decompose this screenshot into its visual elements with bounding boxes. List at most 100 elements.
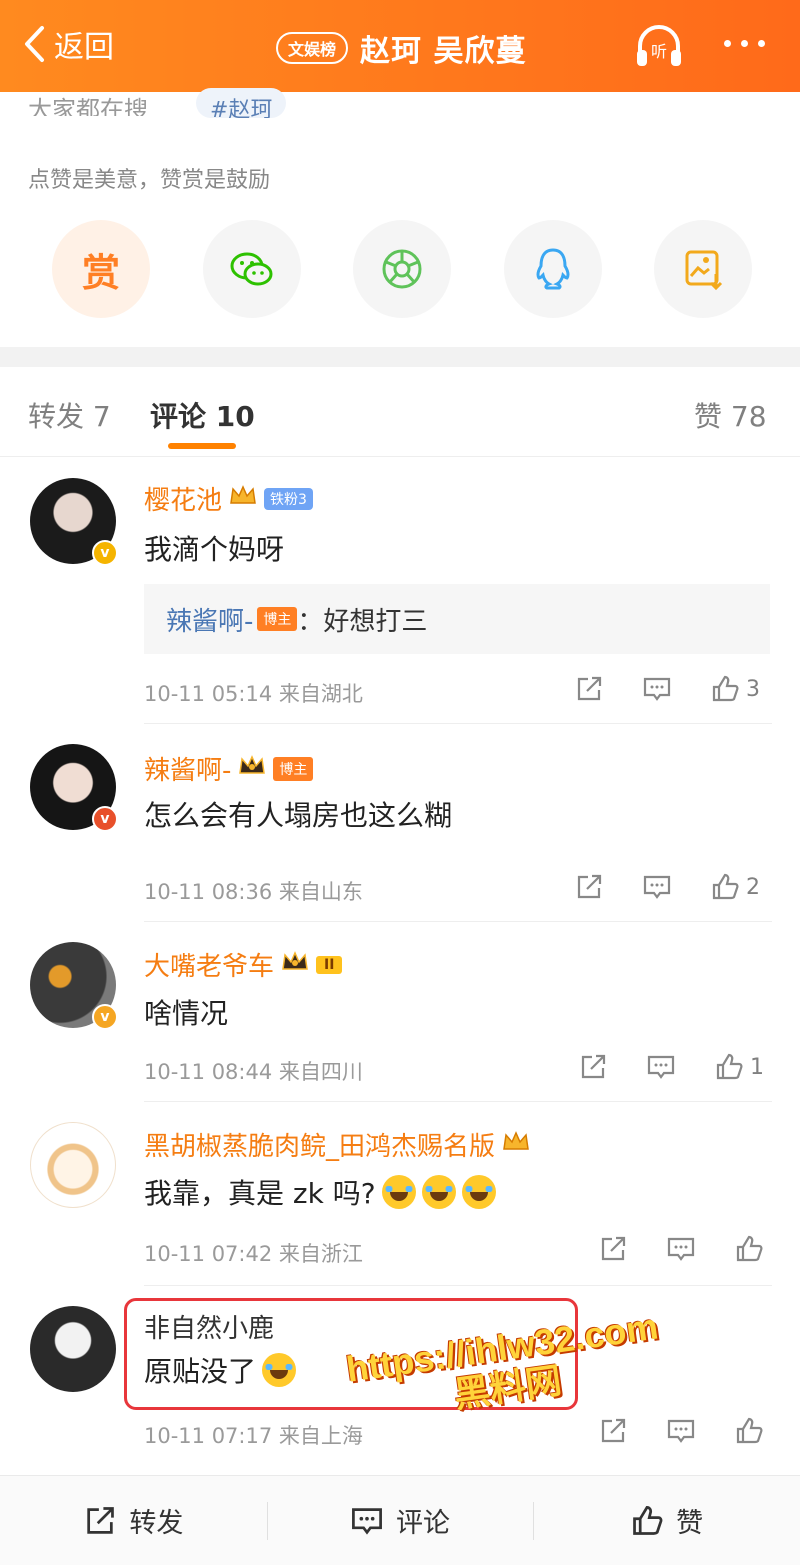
comment-item: v 樱花池 铁粉3 我滴个妈呀 辣酱啊- 博主 ：好想打三 10-11 05:1… bbox=[0, 458, 800, 724]
avatar[interactable] bbox=[30, 1122, 116, 1208]
top-nav-bar: 返回 文娱榜 赵珂 吴欣蔓 听 bbox=[0, 0, 800, 92]
comment-item: v 大嘴老爷车 II 啥情况 10-11 08:44 来自四川 1 bbox=[0, 922, 800, 1102]
share-icon bbox=[581, 1054, 606, 1079]
comment-meta: 10-11 07:17 来自上海 bbox=[144, 1420, 363, 1450]
comment-actions bbox=[598, 1234, 764, 1264]
moments-icon bbox=[382, 249, 422, 289]
share-wechat-button[interactable] bbox=[202, 220, 301, 318]
reply-comment-button[interactable] bbox=[642, 674, 672, 704]
section-divider bbox=[0, 347, 800, 367]
dot-icon bbox=[741, 40, 748, 47]
share-icon bbox=[601, 1418, 626, 1443]
thumbs-up-icon bbox=[633, 1505, 663, 1535]
save-image-button[interactable] bbox=[654, 220, 752, 318]
like-comment-button[interactable]: 3 bbox=[710, 674, 760, 704]
repost-comment-button[interactable] bbox=[574, 872, 604, 902]
comment-actions: 2 bbox=[574, 872, 760, 902]
like-comment-button[interactable]: 2 bbox=[710, 872, 760, 902]
comment-meta: 10-11 07:42 来自浙江 bbox=[144, 1238, 363, 1268]
repost-comment-button[interactable] bbox=[578, 1052, 608, 1082]
comment-text: 怎么会有人塌房也这么糊 bbox=[144, 799, 453, 832]
comment-text: 我滴个妈呀 bbox=[144, 533, 285, 566]
active-tab-indicator bbox=[168, 443, 236, 449]
share-icon bbox=[601, 1236, 626, 1261]
interaction-tabs: 转发 7 评论 10 赞 78 bbox=[0, 367, 800, 457]
like-button[interactable]: 赞 bbox=[533, 1476, 800, 1565]
page-title: 赵珂 吴欣蔓 bbox=[360, 34, 527, 69]
crown-icon bbox=[228, 483, 258, 514]
reply-preview[interactable]: 辣酱啊- 博主 ：好想打三 bbox=[144, 584, 770, 654]
reply-comment-button[interactable] bbox=[646, 1052, 676, 1082]
verified-badge-icon: v bbox=[92, 1004, 118, 1030]
comment-location: 来自湖北 bbox=[278, 682, 363, 706]
title-area: 文娱榜 赵珂 吴欣蔓 bbox=[276, 26, 526, 70]
comment-button[interactable]: 评论 bbox=[266, 1476, 534, 1565]
comment-username[interactable]: 黑胡椒蒸脆肉鲩_田鸿杰赐名版 bbox=[144, 1126, 495, 1163]
share-row: 赏 bbox=[52, 220, 752, 318]
comment-username[interactable]: 樱花池 bbox=[144, 480, 222, 517]
reply-comment-button[interactable] bbox=[642, 872, 672, 902]
laugh-cry-emoji-icon bbox=[381, 1175, 416, 1209]
repost-comment-button[interactable] bbox=[598, 1234, 628, 1264]
comment-username-row: 黑胡椒蒸脆肉鲩_田鸿杰赐名版 bbox=[144, 1126, 531, 1163]
svg-text:听: 听 bbox=[651, 42, 667, 61]
reply-text: ：好想打三 bbox=[297, 606, 428, 637]
comment-time: 10-11 08:36 bbox=[144, 880, 273, 904]
level-badge: II bbox=[316, 955, 343, 974]
tab-likes[interactable]: 赞 78 bbox=[694, 395, 767, 435]
comment-text-row: 我靠，真是 zk 吗? bbox=[144, 1172, 496, 1212]
comment-meta: 10-11 05:14 来自湖北 bbox=[144, 678, 363, 708]
repost-button[interactable]: 转发 bbox=[0, 1476, 267, 1565]
comment-username[interactable]: 辣酱啊- bbox=[144, 750, 231, 787]
comment-username-row: 大嘴老爷车 II bbox=[144, 946, 343, 983]
comment-actions: 1 bbox=[578, 1052, 764, 1082]
fan-level-badge: 铁粉3 bbox=[264, 487, 313, 510]
thumbs-up-icon bbox=[736, 1235, 763, 1262]
reward-label: 赏 bbox=[81, 250, 120, 295]
thumbs-up-icon bbox=[736, 1417, 763, 1444]
comment-label: 评论 bbox=[396, 1508, 450, 1539]
trending-search-tag[interactable]: #赵珂 bbox=[196, 88, 287, 118]
like-comment-button[interactable] bbox=[734, 1234, 764, 1264]
laugh-cry-emoji-icon bbox=[421, 1175, 456, 1209]
share-qq-button[interactable] bbox=[503, 220, 602, 318]
listen-button[interactable]: 听 bbox=[634, 22, 684, 70]
comment-time: 10-11 08:44 bbox=[144, 1060, 273, 1084]
comment-username[interactable]: 大嘴老爷车 bbox=[144, 946, 274, 983]
reply-username[interactable]: 辣酱啊- bbox=[166, 601, 253, 638]
comment-item: v 辣酱啊- 博主 怎么会有人塌房也这么糊 10-11 08:36 来自山东 2 bbox=[0, 724, 800, 922]
reply-comment-button[interactable] bbox=[666, 1416, 696, 1446]
reply-comment-button[interactable] bbox=[666, 1234, 696, 1264]
crown-icon bbox=[501, 1129, 531, 1160]
comment-icon bbox=[647, 1055, 675, 1079]
tab-repost[interactable]: 转发 7 bbox=[28, 395, 111, 435]
chevron-left-icon bbox=[25, 26, 44, 62]
repost-comment-button[interactable] bbox=[574, 674, 604, 704]
comment-icon bbox=[667, 1237, 695, 1261]
ranking-badge[interactable]: 文娱榜 bbox=[276, 32, 349, 64]
repost-comment-button[interactable] bbox=[598, 1416, 628, 1446]
back-button[interactable]: 返回 bbox=[22, 22, 114, 66]
comment-meta: 10-11 08:36 来自山东 bbox=[144, 876, 363, 906]
like-count: 2 bbox=[746, 874, 760, 900]
reward-hint: 点赞是美意，赞赏是鼓励 bbox=[28, 168, 271, 193]
repost-label: 转发 bbox=[129, 1508, 184, 1539]
share-moments-button[interactable] bbox=[353, 220, 451, 318]
tab-comments[interactable]: 评论 10 bbox=[150, 395, 255, 435]
comment-time: 10-11 07:42 bbox=[144, 1242, 273, 1266]
share-icon bbox=[87, 1506, 115, 1534]
more-options-button[interactable] bbox=[724, 40, 765, 47]
comment-text: 我靠，真是 zk 吗? bbox=[144, 1177, 376, 1210]
headphone-icon: 听 bbox=[637, 25, 681, 66]
share-icon bbox=[577, 676, 602, 701]
reward-button[interactable]: 赏 bbox=[52, 220, 150, 318]
wechat-icon bbox=[230, 252, 272, 286]
like-comment-button[interactable]: 1 bbox=[714, 1052, 764, 1082]
comment-time: 10-11 07:17 bbox=[144, 1424, 273, 1448]
share-icon bbox=[577, 874, 602, 899]
comment-icon bbox=[352, 1507, 382, 1535]
reward-share-card: 大家都在搜 #赵珂 点赞是美意，赞赏是鼓励 赏 bbox=[0, 88, 800, 347]
like-comment-button[interactable] bbox=[734, 1416, 764, 1446]
avatar[interactable] bbox=[30, 1306, 116, 1392]
comment-actions bbox=[598, 1416, 764, 1446]
